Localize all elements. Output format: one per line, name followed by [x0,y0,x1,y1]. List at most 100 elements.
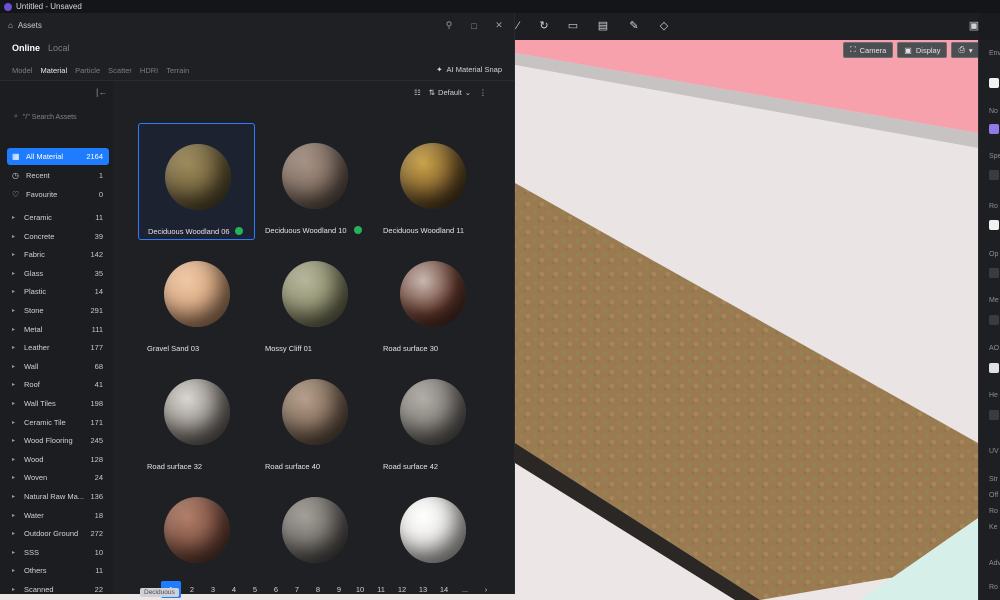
pen-icon[interactable]: ✎ [628,20,640,32]
sort-dropdown[interactable]: ⇅ Default ⌄ [429,88,471,97]
texture-slot-icon[interactable] [989,410,999,420]
sidebar-category-item[interactable]: ▸ Wall 68 [7,358,109,375]
type-tab-material[interactable]: Material [40,66,67,75]
color-swatch[interactable] [989,78,999,88]
sidebar-item-all-material[interactable]: ▦ All Material 2164 [7,148,109,165]
page-button[interactable]: 10 [350,581,370,598]
sidebar-category-item[interactable]: ▸ Roof 41 [7,376,109,393]
video-icon[interactable]: ▭ [567,20,579,32]
display-button[interactable]: ▣ Display [897,42,948,58]
search-input[interactable]: ⌕ "/" Search Assets [8,109,108,125]
caret-right-icon: ▸ [12,233,16,240]
maximize-icon[interactable]: □ [467,21,481,31]
more-icon[interactable]: ⋮ [479,88,487,97]
layers-icon[interactable]: ◇ [658,20,670,32]
sidebar-item-count: 177 [90,343,103,353]
type-tab-particle[interactable]: Particle [75,66,100,75]
sidebar-category-item[interactable]: ▸ Outdoor Ground 272 [7,525,109,542]
sidebar-category-item[interactable]: ▸ Concrete 39 [7,228,109,245]
page-button[interactable]: 3 [203,581,223,598]
page-button[interactable]: 12 [392,581,412,598]
material-card[interactable]: Road surface 42 [374,359,491,476]
sidebar-item-recent[interactable]: ◷ Recent 1 [7,167,109,184]
sidebar-item-favourite[interactable]: ♡ Favourite 0 [7,186,109,203]
color-swatch[interactable] [989,220,999,230]
sidebar-item-count: 18 [94,510,103,520]
page-button[interactable]: ... [455,581,475,598]
page-button[interactable]: 4 [224,581,244,598]
type-tab-scatter[interactable]: Scatter [108,66,132,75]
material-card[interactable]: Road surface 30 [374,241,491,358]
ai-material-snap-button[interactable]: ✦ AI Material Snap [436,65,502,74]
device-icon[interactable]: ▣ [968,20,980,32]
page-button[interactable]: 5 [245,581,265,598]
sidebar-category-item[interactable]: ▸ Wood 128 [7,451,109,468]
sidebar-category-item[interactable]: ▸ Scanned 22 [7,581,109,598]
page-button[interactable]: 9 [329,581,349,598]
texture-slot-icon[interactable] [989,268,999,278]
material-card[interactable]: Deciduous Woodland 11 [374,123,491,240]
sidebar-category-item[interactable]: ▸ Others 11 [7,562,109,579]
sidebar-item-count: 2164 [86,152,103,161]
page-button[interactable]: 8 [308,581,328,598]
material-name: Gravel Sand 03 [147,344,200,353]
collapse-sidebar-icon[interactable]: |← [96,87,107,97]
sidebar-item-label: Glass [24,268,44,278]
category-sidebar: |← ⌕ "/" Search Assets ▦ All Material 2164… [0,81,113,594]
sidebar-category-item[interactable]: ▸ Glass 35 [7,265,109,282]
page-button[interactable]: 7 [287,581,307,598]
material-card[interactable]: Deciduous Woodland 06 [138,123,255,240]
color-swatch[interactable] [989,124,999,134]
type-tab-model[interactable]: Model [12,66,32,75]
camera-button[interactable]: ⛶ Camera [843,42,894,58]
source-tab-online[interactable]: Online [12,43,40,53]
material-name: Road surface 30 [383,344,439,353]
sidebar-category-item[interactable]: ▸ Ceramic Tile 171 [7,414,109,431]
sidebar-category-item[interactable]: ▸ Water 18 [7,507,109,524]
page-button[interactable]: 13 [413,581,433,598]
capture-dropdown[interactable]: ⎙ ▾ [951,42,980,58]
sidebar-category-item[interactable]: ▸ SSS 10 [7,544,109,561]
sidebar-category-item[interactable]: ▸ Woven 24 [7,469,109,486]
type-tab-hdri[interactable]: HDRI [140,66,158,75]
sidebar-category-item[interactable]: ▸ Leather 177 [7,339,109,356]
close-icon[interactable]: ✕ [492,20,506,31]
sidebar-category-item[interactable]: ▸ Fabric 142 [7,246,109,263]
caret-right-icon: ▸ [12,326,16,333]
next-page-icon[interactable]: › [476,581,496,598]
sidebar-category-item[interactable]: ▸ Metal 111 [7,321,109,338]
material-preview [282,261,348,327]
page-button[interactable]: 6 [266,581,286,598]
sidebar-category-item[interactable]: ▸ Ceramic 11 [7,209,109,226]
material-card[interactable] [138,477,255,569]
texture-slot-icon[interactable] [989,170,999,180]
material-card[interactable] [374,477,491,569]
document-icon[interactable]: ▤ [597,20,609,32]
filter-icon[interactable]: ☷ [414,88,421,97]
source-tab-local[interactable]: Local [48,43,70,53]
type-tab-terrain[interactable]: Terrain [166,66,189,75]
page-button[interactable]: 2 [182,581,202,598]
color-swatch[interactable] [989,363,999,373]
texture-slot-icon[interactable] [989,315,999,325]
sidebar-category-item[interactable]: ▸ Plastic 14 [7,283,109,300]
material-card[interactable]: Mossy Cliff 01 [256,241,373,358]
sidebar-item-count: 111 [91,324,103,334]
sidebar-category-item[interactable]: ▸ Wood Flooring 245 [7,432,109,449]
sidebar-category-item[interactable]: ▸ Natural Raw Ma... 136 [7,488,109,505]
page-button[interactable]: 14 [434,581,454,598]
pin-icon[interactable]: ⚲ [442,20,456,31]
rotate-icon[interactable]: ↻ [538,20,550,32]
sidebar-item-label: Wall [24,361,39,371]
sidebar-item-label: Outdoor Ground [24,529,79,539]
sidebar-category-item[interactable]: ▸ Stone 291 [7,302,109,319]
material-card[interactable]: Road surface 40 [256,359,373,476]
material-card[interactable] [256,477,373,569]
page-button[interactable]: 11 [371,581,391,598]
sidebar-category-item[interactable]: ▸ Wall Tiles 198 [7,395,109,412]
property-label: Ro [989,508,998,515]
material-card[interactable]: Gravel Sand 03 [138,241,255,358]
material-card[interactable]: Deciduous Woodland 10 [256,123,373,240]
sidebar-item-label: Leather [24,343,50,353]
material-card[interactable]: Road surface 32 [138,359,255,476]
